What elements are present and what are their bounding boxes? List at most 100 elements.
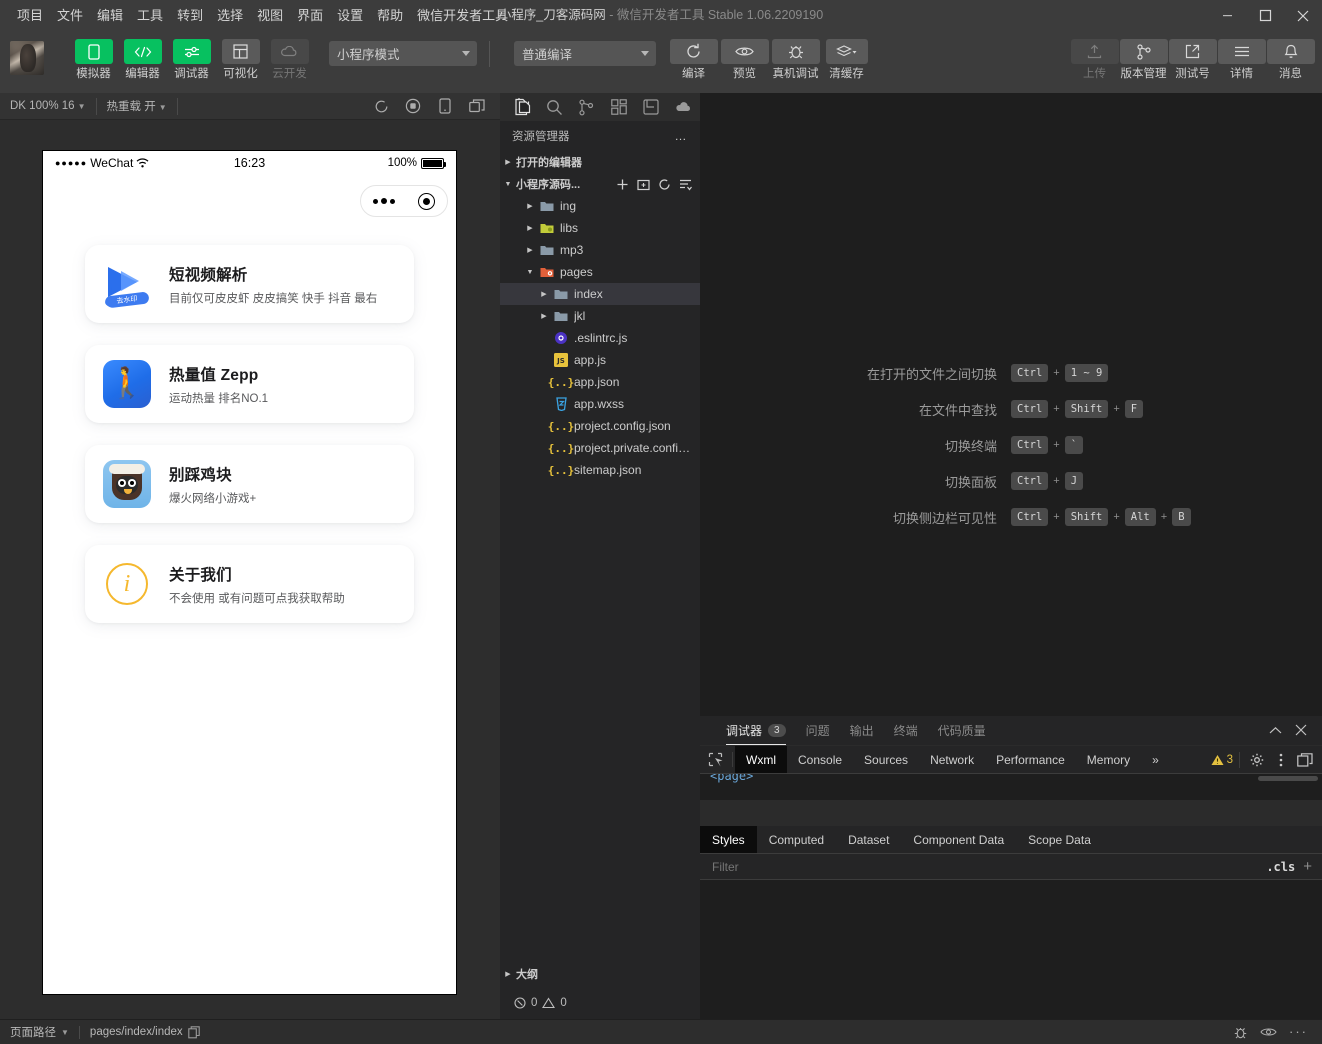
explorer-section-project[interactable]: ▼ 小程序源码... bbox=[500, 173, 700, 195]
settings-gear-icon[interactable] bbox=[1246, 749, 1268, 771]
kebab-menu-icon[interactable] bbox=[1270, 749, 1292, 771]
tree-item-app-json[interactable]: {..}app.json bbox=[500, 371, 700, 393]
capsule-button[interactable] bbox=[360, 185, 448, 217]
list-item[interactable]: 去水印 短视频解析 目前仅可皮皮虾 皮皮搞笑 快手 抖音 最右 bbox=[85, 245, 414, 323]
devtools-tab-performance[interactable]: Performance bbox=[985, 746, 1076, 773]
panel-tab-debugger[interactable]: 调试器 3 bbox=[716, 722, 796, 745]
maximize-button[interactable] bbox=[1246, 0, 1284, 31]
copy-icon[interactable] bbox=[188, 1026, 200, 1039]
devtools-tab-memory[interactable]: Memory bbox=[1076, 746, 1141, 773]
new-folder-icon[interactable] bbox=[637, 178, 650, 191]
explorer-section-open-editors[interactable]: ▶ 打开的编辑器 bbox=[500, 151, 700, 173]
refresh-icon-explorer[interactable] bbox=[658, 178, 671, 191]
panel-tab-terminal[interactable]: 终端 bbox=[884, 722, 928, 745]
devtools-tab-overflow[interactable]: » bbox=[1141, 746, 1170, 773]
refresh-icon-sim[interactable] bbox=[370, 95, 392, 117]
tree-item-sitemap-json[interactable]: {..}sitemap.json bbox=[500, 459, 700, 481]
toolbar-button-test-account[interactable]: 测试号 bbox=[1169, 39, 1216, 81]
styles-tab-dataset[interactable]: Dataset bbox=[836, 826, 901, 853]
menu-item-devtools[interactable]: 微信开发者工具 bbox=[410, 5, 515, 27]
tree-item-app-wxss[interactable]: app.wxss bbox=[500, 393, 700, 415]
toolbar-button-debugger[interactable]: 调试器 bbox=[168, 39, 215, 81]
devtools-tab-sources[interactable]: Sources bbox=[853, 746, 919, 773]
list-item[interactable]: 🚶 热量值 Zepp 运动热量 排名NO.1 bbox=[85, 345, 414, 423]
bug-icon-status[interactable] bbox=[1233, 1025, 1248, 1040]
menu-item-edit[interactable]: 编辑 bbox=[90, 5, 130, 27]
tree-item-project-private-config-js[interactable]: {..}project.private.config.js... bbox=[500, 437, 700, 459]
multi-window-icon[interactable] bbox=[466, 95, 488, 117]
devtools-tab-console[interactable]: Console bbox=[787, 746, 853, 773]
dock-side-icon[interactable] bbox=[1294, 749, 1316, 771]
toolbar-button-preview[interactable]: 预览 bbox=[721, 39, 768, 81]
cls-toggle[interactable]: .cls bbox=[1266, 860, 1303, 874]
styles-tab-computed[interactable]: Computed bbox=[757, 826, 836, 853]
styles-filter-input[interactable] bbox=[700, 860, 1266, 874]
menu-item-select[interactable]: 选择 bbox=[210, 5, 250, 27]
list-item[interactable]: i 关于我们 不会使用 或有问题可点我获取帮助 bbox=[85, 545, 414, 623]
toolbar-button-simulator[interactable]: 模拟器 bbox=[70, 39, 117, 81]
cloud-debug-icon[interactable] bbox=[668, 94, 700, 120]
tree-item-mp3[interactable]: ▶mp3 bbox=[500, 239, 700, 261]
minimize-button[interactable] bbox=[1208, 0, 1246, 31]
hotreload-select[interactable]: 热重载 开▼ bbox=[97, 98, 177, 114]
styles-tab-component-data[interactable]: Component Data bbox=[901, 826, 1016, 853]
tree-item-app-js[interactable]: JSapp.js bbox=[500, 349, 700, 371]
toolbar-button-messages[interactable]: 消息 bbox=[1267, 39, 1314, 81]
tree-item-pages[interactable]: ▼pages bbox=[500, 261, 700, 283]
page-path-value-group[interactable]: pages/index/index bbox=[80, 1026, 210, 1039]
new-file-icon[interactable] bbox=[616, 178, 629, 191]
toolbar-button-compile[interactable]: 编译 bbox=[670, 39, 717, 81]
toolbar-button-upload[interactable]: 上传 bbox=[1071, 39, 1118, 81]
device-rotate-icon[interactable] bbox=[434, 95, 456, 117]
devtools-warning-badge[interactable]: 3 bbox=[1211, 754, 1233, 766]
menu-item-settings[interactable]: 设置 bbox=[330, 5, 370, 27]
tree-item-ing[interactable]: ▶ing bbox=[500, 195, 700, 217]
mode-select[interactable]: 小程序模式 bbox=[329, 41, 477, 66]
menu-item-project[interactable]: 项目 bbox=[10, 5, 50, 27]
problems-summary[interactable]: 0 0 bbox=[500, 997, 567, 1009]
explorer-more-icon[interactable]: … bbox=[675, 129, 689, 143]
panel-tab-code-quality[interactable]: 代码质量 bbox=[928, 722, 996, 745]
menu-item-file[interactable]: 文件 bbox=[50, 5, 90, 27]
tree-item-project-config-json[interactable]: {..}project.config.json bbox=[500, 415, 700, 437]
add-style-rule-button[interactable]: + bbox=[1303, 858, 1322, 875]
wxml-tree-view[interactable]: <page> bbox=[700, 774, 1322, 800]
toolbar-button-clear-cache[interactable]: 清缓存 bbox=[823, 39, 870, 81]
user-avatar[interactable] bbox=[10, 41, 44, 75]
list-item[interactable]: 别踩鸡块 爆火网络小游戏+ bbox=[85, 445, 414, 523]
styles-tab-styles[interactable]: Styles bbox=[700, 826, 757, 853]
outline-section[interactable]: ▶ 大纲 bbox=[500, 963, 700, 985]
toolbar-button-remote-debug[interactable]: 真机调试 bbox=[772, 39, 819, 81]
toolbar-button-visual[interactable]: 可视化 bbox=[217, 39, 264, 81]
tree-item-eslintrc-js[interactable]: .eslintrc.js bbox=[500, 327, 700, 349]
menu-item-interface[interactable]: 界面 bbox=[290, 5, 330, 27]
chevron-up-icon[interactable] bbox=[1264, 719, 1286, 741]
more-dots-icon[interactable] bbox=[373, 198, 395, 204]
toolbar-button-editor[interactable]: 编辑器 bbox=[119, 39, 166, 81]
toolbar-button-version[interactable]: 版本管理 bbox=[1120, 39, 1167, 81]
eye-icon-status[interactable] bbox=[1260, 1026, 1277, 1038]
files-icon[interactable] bbox=[506, 94, 538, 120]
toolbar-button-details[interactable]: 详情 bbox=[1218, 39, 1265, 81]
collapse-all-icon[interactable] bbox=[679, 178, 692, 191]
tree-item-jkl[interactable]: ▶jkl bbox=[500, 305, 700, 327]
menu-item-view[interactable]: 视图 bbox=[250, 5, 290, 27]
panel-tab-problems[interactable]: 问题 bbox=[796, 722, 840, 745]
tree-item-libs[interactable]: ▶libs bbox=[500, 217, 700, 239]
close-button[interactable] bbox=[1284, 0, 1322, 31]
menu-item-goto[interactable]: 转到 bbox=[170, 5, 210, 27]
page-path-select[interactable]: 页面路径 ▼ bbox=[0, 1024, 79, 1040]
panel-tab-output[interactable]: 输出 bbox=[840, 722, 884, 745]
search-icon[interactable] bbox=[538, 94, 570, 120]
menu-item-tools[interactable]: 工具 bbox=[130, 5, 170, 27]
source-control-icon[interactable] bbox=[571, 94, 603, 120]
extensions-icon[interactable] bbox=[603, 94, 635, 120]
inspect-element-icon[interactable] bbox=[700, 746, 730, 773]
record-icon[interactable] bbox=[402, 95, 424, 117]
snippets-icon[interactable] bbox=[635, 94, 667, 120]
toolbar-button-cloud[interactable]: 云开发 bbox=[266, 39, 313, 81]
wxml-scrollbar[interactable] bbox=[1258, 776, 1318, 781]
menu-item-help[interactable]: 帮助 bbox=[370, 5, 410, 27]
device-select[interactable]: DK 100% 16▼ bbox=[0, 100, 96, 112]
close-icon-panel[interactable] bbox=[1290, 719, 1312, 741]
